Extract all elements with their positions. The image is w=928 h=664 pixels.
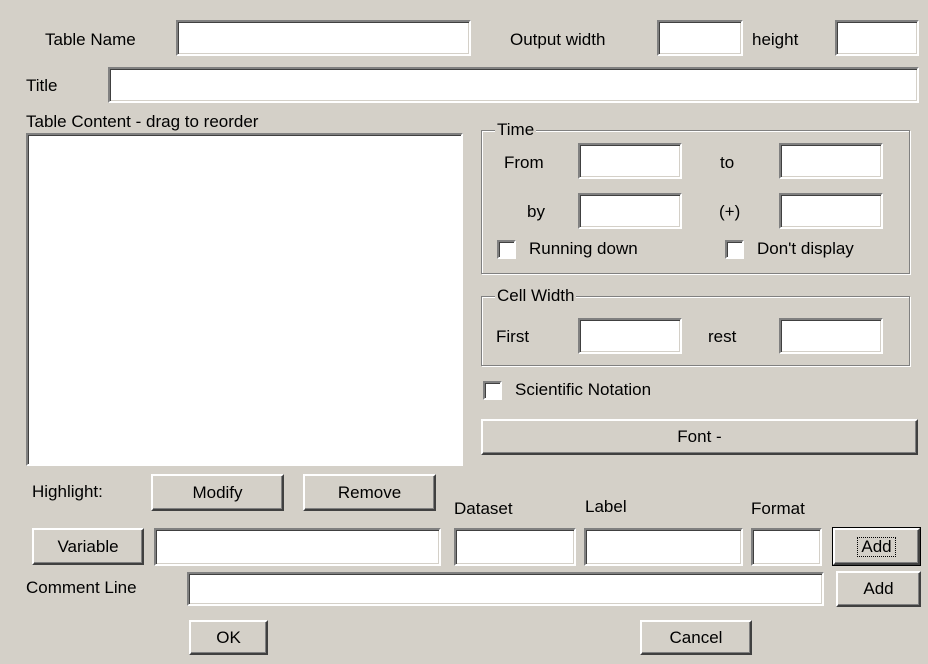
plus-input[interactable]: [779, 193, 883, 229]
height-label: height: [752, 30, 799, 49]
running-down-label: Running down: [529, 239, 638, 258]
height-input[interactable]: [835, 20, 919, 56]
scientific-notation-checkbox[interactable]: [483, 381, 502, 400]
dataset-label: Dataset: [454, 499, 513, 518]
variable-button-label: Variable: [57, 536, 119, 556]
table-name-label: Table Name: [45, 30, 136, 49]
table-definition-dialog: Table Name Output width height Title Tab…: [0, 0, 928, 664]
running-down-checkbox[interactable]: [497, 240, 516, 259]
first-label: First: [496, 327, 530, 346]
scientific-notation-label: Scientific Notation: [515, 380, 652, 399]
font-button[interactable]: Font -: [481, 419, 918, 455]
rest-input[interactable]: [779, 318, 883, 354]
plus-label: (+): [719, 202, 741, 221]
output-width-label: Output width: [510, 30, 606, 49]
dont-display-checkbox[interactable]: [725, 240, 744, 259]
variable-button[interactable]: Variable: [32, 528, 144, 565]
by-label: by: [527, 202, 545, 221]
comment-line-label: Comment Line: [26, 578, 137, 597]
label-input[interactable]: [584, 528, 743, 566]
from-label: From: [504, 153, 544, 172]
table-name-input[interactable]: [176, 20, 471, 56]
remove-button-label: Remove: [337, 482, 402, 502]
dont-display-label: Don't display: [757, 239, 854, 258]
dataset-input[interactable]: [454, 528, 576, 566]
ok-button-label: OK: [216, 627, 241, 647]
format-label: Format: [751, 499, 805, 518]
label-column-label: Label: [585, 497, 627, 516]
cell-width-group-title: Cell Width: [495, 286, 577, 306]
modify-button-label: Modify: [192, 482, 243, 502]
variable-input[interactable]: [154, 528, 441, 566]
add-variable-button[interactable]: Add: [832, 527, 921, 566]
add-comment-button-label: Add: [863, 579, 894, 598]
output-width-input[interactable]: [657, 20, 743, 56]
table-content-label: Table Content - drag to reorder: [26, 112, 259, 131]
add-variable-button-label: Add: [857, 536, 896, 557]
by-input[interactable]: [578, 193, 682, 229]
add-comment-button[interactable]: Add: [836, 571, 921, 607]
font-button-label: Font -: [677, 427, 722, 446]
title-label: Title: [26, 76, 58, 95]
to-label: to: [720, 153, 735, 172]
format-input[interactable]: [751, 528, 822, 566]
cancel-button-label: Cancel: [669, 627, 723, 647]
highlight-label: Highlight:: [32, 482, 103, 501]
to-input[interactable]: [779, 143, 883, 179]
ok-button[interactable]: OK: [189, 620, 268, 655]
modify-button[interactable]: Modify: [151, 474, 284, 511]
cancel-button[interactable]: Cancel: [640, 620, 752, 655]
rest-label: rest: [708, 327, 737, 346]
remove-button[interactable]: Remove: [303, 474, 436, 511]
comment-line-input[interactable]: [187, 572, 824, 606]
time-group-title: Time: [495, 120, 537, 140]
title-input[interactable]: [108, 67, 919, 103]
table-content-list[interactable]: [26, 133, 463, 466]
first-input[interactable]: [578, 318, 682, 354]
from-input[interactable]: [578, 143, 682, 179]
